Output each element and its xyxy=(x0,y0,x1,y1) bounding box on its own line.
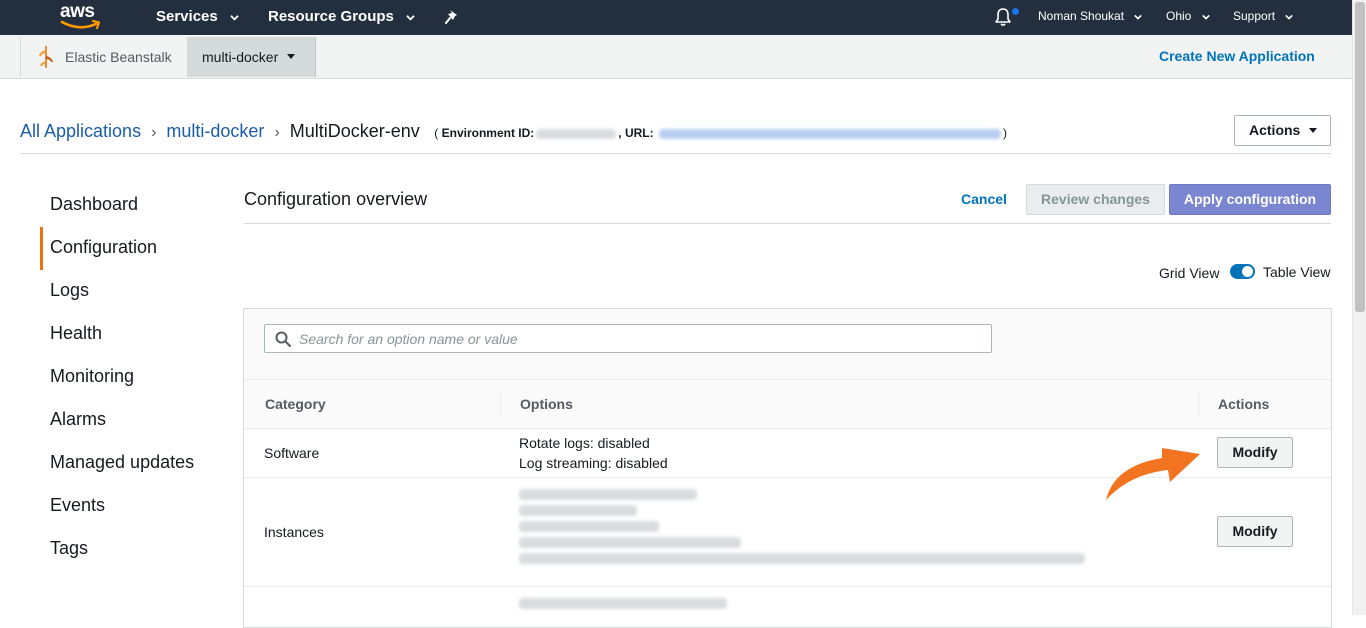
options-cell: Rotate logs: disabled Log streaming: dis… xyxy=(519,433,668,473)
notification-dot xyxy=(1012,8,1019,15)
actions-label: Actions xyxy=(1249,122,1301,138)
curved-arrow-icon xyxy=(1106,448,1200,500)
category-cell: Software xyxy=(264,445,320,461)
caret-down-icon xyxy=(1201,14,1210,20)
page-title: Configuration overview xyxy=(244,189,428,209)
region-menu[interactable]: Ohio xyxy=(1166,0,1210,35)
top-nav-bar: aws Services Resource Groups Noman Shouk… xyxy=(0,0,1352,35)
service-bar: Elastic Beanstalk multi-docker Create Ne… xyxy=(0,35,1352,79)
options-cell-redacted xyxy=(519,484,1085,568)
url-label: , URL: xyxy=(618,126,654,140)
caret-down-icon xyxy=(1285,14,1294,20)
modify-button[interactable]: Modify xyxy=(1217,516,1293,547)
services-menu[interactable]: Services xyxy=(156,0,239,35)
redacted-option-line xyxy=(519,505,637,516)
redacted-option-line xyxy=(519,537,741,548)
breadcrumb-app[interactable]: multi-docker xyxy=(166,121,264,141)
view-toggle-switch[interactable] xyxy=(1230,264,1255,279)
sidebar-item-configuration[interactable]: Configuration xyxy=(40,227,230,270)
table-header: Category Options Actions xyxy=(244,380,1331,429)
search-input[interactable] xyxy=(299,328,979,349)
caret-down-icon xyxy=(406,14,415,21)
column-divider xyxy=(1198,392,1199,416)
environment-info: ( Environment ID: , URL: ) xyxy=(434,126,1007,140)
elastic-beanstalk-tab[interactable]: Elastic Beanstalk xyxy=(20,37,188,77)
redacted-option-line xyxy=(519,598,727,609)
env-close-paren: ) xyxy=(1002,126,1007,140)
breadcrumb-environment: MultiDocker-env xyxy=(289,121,420,141)
caret-down-icon xyxy=(230,14,239,21)
apply-configuration-button[interactable]: Apply configuration xyxy=(1169,184,1331,215)
environment-id-redacted xyxy=(536,128,617,139)
option-line: Log streaming: disabled xyxy=(519,455,668,471)
option-line: Rotate logs: disabled xyxy=(519,435,650,451)
options-cell-redacted xyxy=(519,593,727,613)
region-label: Ohio xyxy=(1166,9,1192,23)
environment-url-redacted[interactable] xyxy=(658,128,1001,139)
column-divider xyxy=(500,392,501,416)
modify-button[interactable]: Modify xyxy=(1217,437,1293,468)
review-changes-button[interactable]: Review changes xyxy=(1026,184,1165,215)
page-scrollbar[interactable] xyxy=(1352,0,1366,615)
support-label: Support xyxy=(1233,9,1276,23)
toggle-knob xyxy=(1242,266,1253,277)
sidebar-item-events[interactable]: Events xyxy=(40,485,230,528)
redacted-option-line xyxy=(519,521,659,532)
aws-logo[interactable]: aws xyxy=(60,1,104,33)
sidebar-item-health[interactable]: Health xyxy=(40,313,230,356)
sidebar-item-monitoring[interactable]: Monitoring xyxy=(40,356,230,399)
search-box[interactable] xyxy=(264,324,992,353)
environment-id-label: Environment ID: xyxy=(441,126,535,140)
breadcrumb-separator: › xyxy=(151,124,157,141)
redacted-option-line xyxy=(519,553,1085,564)
category-cell: Instances xyxy=(264,524,324,540)
sidebar-item-dashboard[interactable]: Dashboard xyxy=(40,184,230,227)
header-actions: Actions xyxy=(1218,396,1270,412)
app-selector-tab[interactable]: multi-docker xyxy=(187,37,316,77)
divider xyxy=(20,153,1331,154)
caret-down-icon xyxy=(287,54,295,59)
redacted-option-line xyxy=(519,489,697,500)
resource-groups-menu[interactable]: Resource Groups xyxy=(268,0,415,35)
services-label: Services xyxy=(156,8,218,25)
user-label: Noman Shoukat xyxy=(1038,9,1125,23)
caret-down-icon xyxy=(1134,14,1143,20)
resource-groups-label: Resource Groups xyxy=(268,8,394,25)
bell-icon[interactable] xyxy=(993,7,1013,27)
header-category: Category xyxy=(265,396,326,412)
header-options: Options xyxy=(520,396,573,412)
env-open-paren: ( xyxy=(434,126,439,140)
table-row xyxy=(244,587,1331,627)
actions-dropdown-button[interactable]: Actions xyxy=(1234,115,1331,146)
sidebar-item-managed-updates[interactable]: Managed updates xyxy=(40,442,230,485)
app-selector-label: multi-docker xyxy=(202,49,279,65)
caret-down-icon xyxy=(1309,128,1317,133)
service-label: Elastic Beanstalk xyxy=(65,49,172,65)
aws-smile-icon xyxy=(60,20,101,30)
elastic-beanstalk-icon xyxy=(39,46,53,68)
table-view-label: Table View xyxy=(1263,264,1331,280)
create-new-application-link[interactable]: Create New Application xyxy=(1159,48,1315,64)
pin-icon[interactable] xyxy=(445,9,460,25)
user-menu[interactable]: Noman Shoukat xyxy=(1038,0,1143,35)
divider xyxy=(244,223,1331,224)
grid-view-label: Grid View xyxy=(1159,265,1220,281)
scrollbar-thumb[interactable] xyxy=(1355,2,1365,312)
breadcrumb-separator: › xyxy=(274,124,280,141)
support-menu[interactable]: Support xyxy=(1233,0,1294,35)
sidebar-item-logs[interactable]: Logs xyxy=(40,270,230,313)
breadcrumb: All Applications › multi-docker › MultiDocke… xyxy=(20,121,1007,145)
sidebar-nav: Dashboard Configuration Logs Health Moni… xyxy=(40,184,230,571)
sidebar-item-alarms[interactable]: Alarms xyxy=(40,399,230,442)
search-area xyxy=(244,309,1331,380)
sidebar-item-tags[interactable]: Tags xyxy=(40,528,230,571)
search-icon xyxy=(275,331,291,347)
cancel-button[interactable]: Cancel xyxy=(961,191,1007,207)
breadcrumb-all-applications[interactable]: All Applications xyxy=(20,121,141,141)
